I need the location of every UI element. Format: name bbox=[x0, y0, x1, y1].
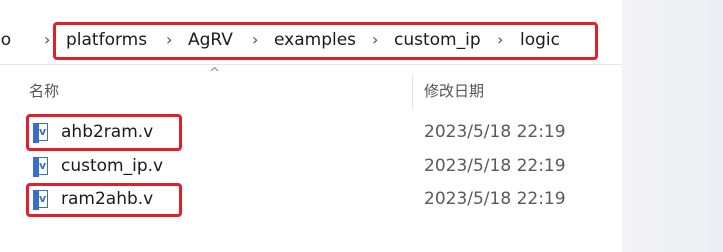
file-date: 2023/5/18 22:19 bbox=[424, 156, 566, 176]
sort-ascending-icon[interactable]: ^ bbox=[209, 66, 220, 81]
column-divider[interactable] bbox=[412, 74, 413, 110]
file-date: 2023/5/18 22:19 bbox=[424, 189, 566, 209]
file-date: 2023/5/18 22:19 bbox=[424, 122, 566, 142]
column-header-modified[interactable]: 修改日期 bbox=[424, 80, 484, 101]
breadcrumb-io[interactable]: io bbox=[0, 30, 11, 50]
breadcrumb-highlight-box bbox=[53, 22, 598, 60]
background-strip bbox=[622, 0, 723, 252]
chevron-right-icon[interactable]: › bbox=[44, 30, 50, 49]
file-highlight-box bbox=[26, 183, 182, 217]
file-name[interactable]: custom_ip.v bbox=[61, 156, 163, 176]
verilog-file-icon: v bbox=[33, 157, 48, 177]
file-explorer-panel: io › platforms › AgRV › examples › custo… bbox=[0, 0, 622, 252]
column-header-name[interactable]: 名称 bbox=[29, 80, 59, 101]
file-row[interactable]: v custom_ip.v 2023/5/18 22:19 bbox=[0, 152, 622, 182]
file-highlight-box bbox=[26, 114, 182, 151]
